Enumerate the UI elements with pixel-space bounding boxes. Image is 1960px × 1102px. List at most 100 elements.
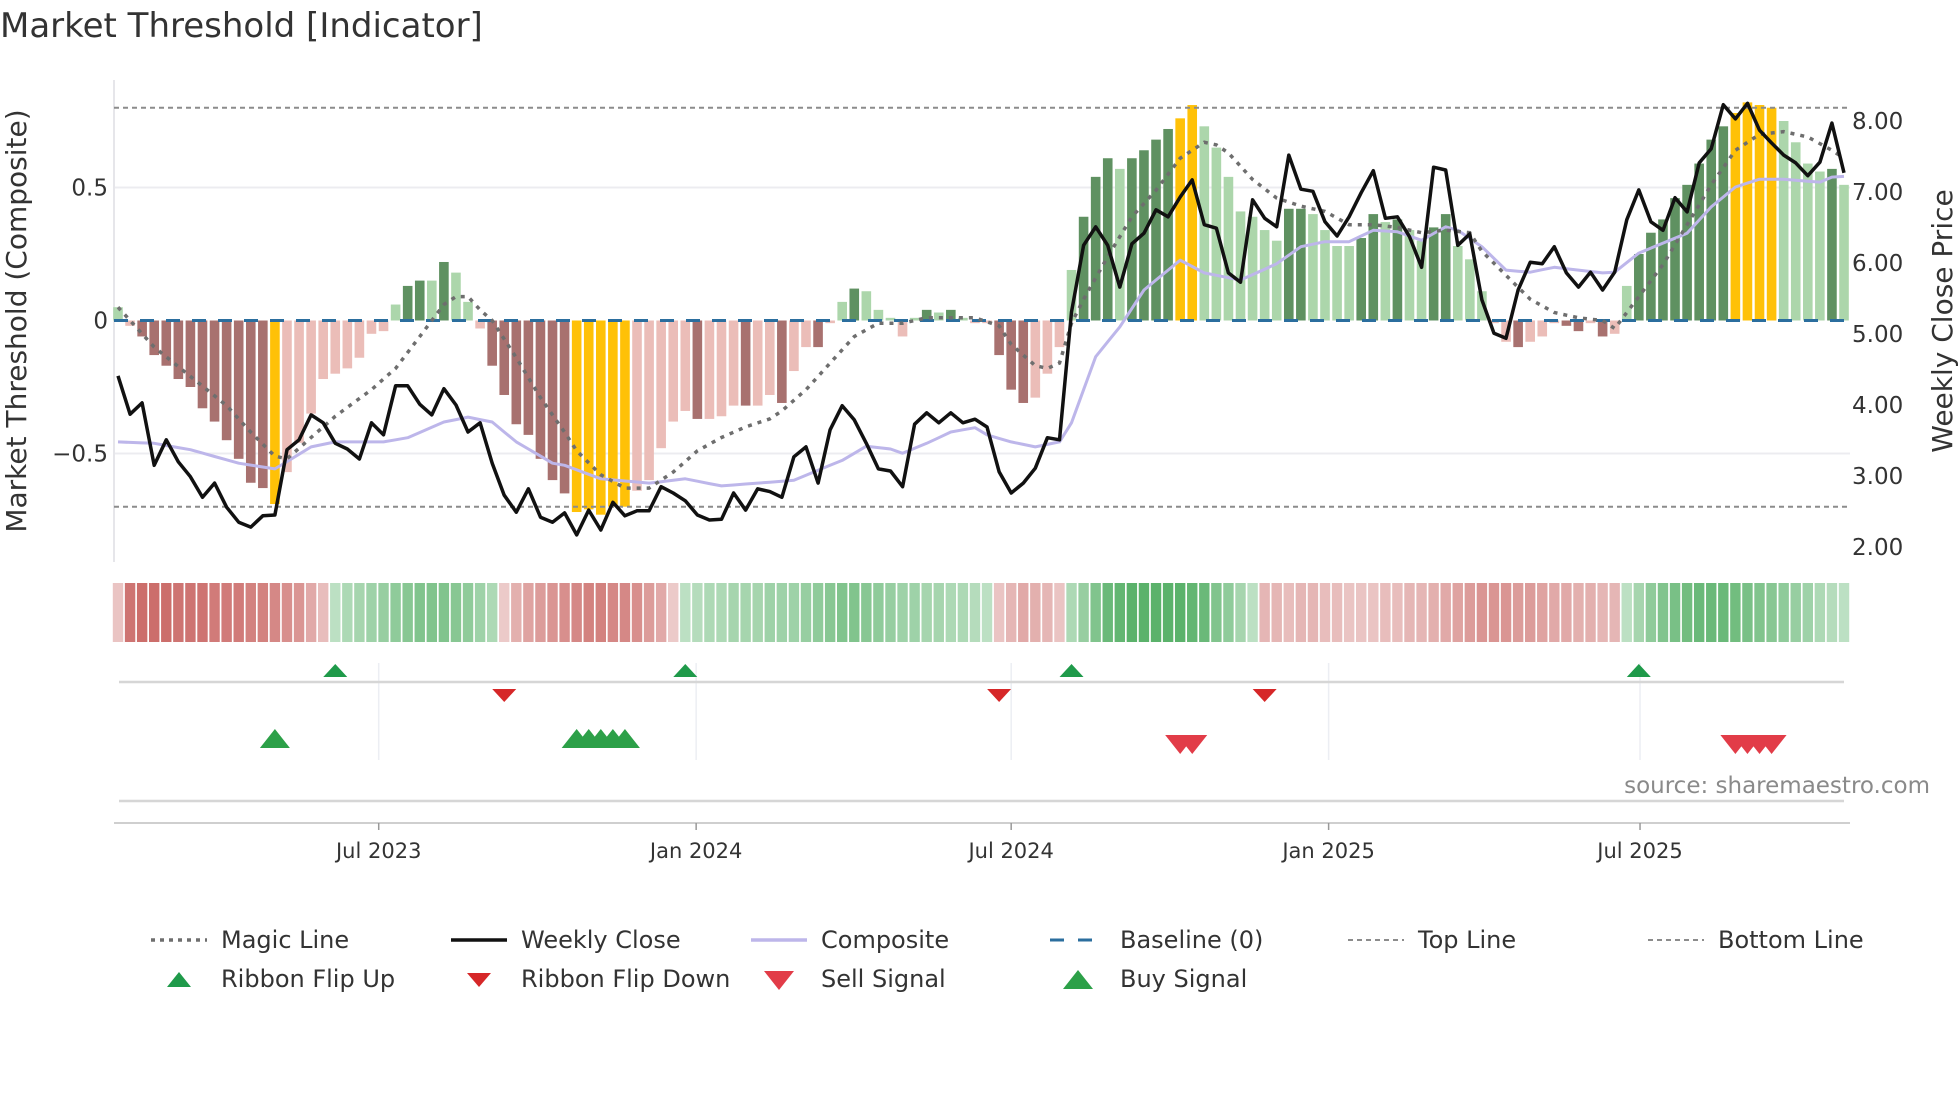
- ribbon-cell: [1018, 583, 1029, 642]
- ribbon-cell: [486, 583, 498, 642]
- buy-signal-marker: [259, 729, 290, 748]
- signal-rows: [119, 663, 1844, 803]
- ribbon-cell: [1657, 583, 1669, 642]
- ribbon-cell: [173, 583, 184, 642]
- histogram-bar: [427, 280, 437, 321]
- right-axis-label: Weekly Close Price: [1926, 189, 1959, 452]
- ribbon-cell: [1681, 583, 1693, 642]
- ribbon-cell: [1005, 583, 1017, 642]
- ribbon-cell: [1235, 583, 1246, 642]
- left-axis-label: Market Threshold (Composite): [0, 109, 33, 532]
- ribbon-cell: [1392, 583, 1403, 642]
- ribbon-cell: [1078, 583, 1089, 642]
- histogram-bar: [1151, 139, 1161, 321]
- histogram-bar: [378, 320, 389, 332]
- ribbon-flip-down-marker: [492, 689, 517, 702]
- right-tick-label: 3.00: [1852, 464, 1903, 490]
- histogram-bar: [1634, 254, 1644, 321]
- legend-item-bottom: Bottom Line: [1646, 925, 1864, 955]
- legend-item-composite: Composite: [749, 925, 949, 955]
- ribbon-cell: [1162, 583, 1174, 642]
- ribbon-cell: [1802, 583, 1813, 642]
- histogram-bar: [1380, 222, 1391, 321]
- legend-item-flip-up: Ribbon Flip Up: [149, 964, 395, 994]
- legend-baseline-icon: [1050, 938, 1106, 942]
- legend-label: Ribbon Flip Up: [221, 965, 396, 993]
- ribbon-cell: [1126, 583, 1138, 642]
- ribbon-flip-up-marker: [323, 664, 348, 677]
- ribbon-cell: [1693, 583, 1705, 642]
- histogram-bar: [849, 288, 860, 321]
- ribbon-cell: [136, 583, 148, 642]
- histogram-bar: [1006, 320, 1016, 390]
- x-axis: Jul 2023 Jan 2024 Jul 2024 Jan 2025 Jul 2025: [114, 822, 1850, 863]
- ribbon-cell: [740, 583, 751, 642]
- histogram-bar: [571, 320, 582, 513]
- histogram-bar: [813, 320, 823, 348]
- histogram-bar: [1223, 176, 1234, 321]
- histogram-bar: [233, 320, 244, 459]
- histogram-bar: [1513, 320, 1523, 348]
- ribbon-cell: [1597, 583, 1608, 642]
- histogram-bar: [1054, 320, 1065, 348]
- ribbon-cell: [1150, 583, 1162, 642]
- ribbon-cell: [1730, 583, 1741, 642]
- right-axis-ticks: 8.00 7.00 6.00 5.00 4.00 3.00 2.00: [1852, 109, 1903, 561]
- left-axis-ticks: 0.5 0 −0.5: [52, 176, 108, 468]
- ribbon-cell: [1476, 583, 1488, 642]
- ribbon-cell: [124, 583, 136, 642]
- histogram-bar: [547, 320, 558, 481]
- histogram-bar: [1537, 320, 1548, 337]
- ribbon-cell: [305, 583, 317, 642]
- ribbon-cell: [1271, 583, 1282, 642]
- histogram-bar: [258, 320, 268, 489]
- histogram-bar: [1308, 214, 1318, 321]
- histogram-bar: [1730, 113, 1741, 321]
- ribbon-cell: [969, 583, 981, 642]
- ribbon-cell: [1512, 583, 1524, 642]
- histogram-bar: [149, 320, 160, 356]
- histogram-bar: [1803, 163, 1813, 321]
- ribbon-cell: [1380, 583, 1391, 642]
- histogram-bar: [583, 320, 594, 510]
- ribbon-cell: [535, 583, 546, 642]
- composite-line: [117, 174, 1845, 488]
- legend-label: Weekly Close: [521, 926, 681, 954]
- histogram-bar: [1573, 320, 1584, 332]
- ribbon-cell: [1464, 583, 1476, 642]
- ribbon-cell: [1790, 583, 1801, 642]
- histogram-bar: [173, 320, 184, 380]
- x-tick-label: Jan 2024: [648, 839, 743, 863]
- histogram-bar: [1259, 230, 1270, 321]
- left-tick-label: 0: [93, 309, 108, 335]
- ribbon-cell: [861, 583, 872, 642]
- histogram-bar: [221, 320, 232, 441]
- histogram-bar: [680, 320, 691, 411]
- legend-close-icon: [451, 938, 507, 942]
- histogram-bar: [306, 320, 316, 414]
- legend-buy-icon: [1063, 970, 1093, 989]
- legend-flip-up-icon: [167, 972, 191, 987]
- histogram-bar: [1018, 320, 1029, 403]
- histogram-bar: [1187, 105, 1198, 321]
- histogram-bar: [656, 320, 666, 449]
- ribbon-cell: [1187, 583, 1198, 642]
- ribbon-cell: [1500, 583, 1512, 642]
- ribbon-cell: [752, 583, 763, 642]
- ribbon-cell: [342, 583, 353, 642]
- histogram-bar: [1271, 240, 1282, 321]
- ribbon-cell: [1488, 583, 1500, 642]
- ribbon-cell: [716, 583, 727, 642]
- histogram-bar: [1754, 105, 1765, 321]
- histogram-bar: [1332, 246, 1342, 321]
- ribbon-cell: [511, 583, 522, 642]
- ribbon-cell: [619, 583, 631, 642]
- histogram-bar: [1356, 238, 1367, 321]
- ribbon-cell: [607, 583, 619, 642]
- histogram-bar: [596, 320, 606, 515]
- legend-label: Bottom Line: [1718, 926, 1864, 954]
- ribbon-cell: [378, 583, 389, 642]
- ribbon-cell: [209, 583, 220, 642]
- ribbon-cell: [438, 583, 450, 642]
- ribbon-cell: [885, 583, 896, 642]
